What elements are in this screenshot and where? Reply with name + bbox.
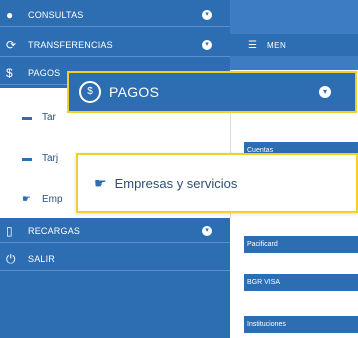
user-icon: ● bbox=[6, 8, 14, 22]
payments-icon: $ bbox=[79, 81, 101, 103]
category-button-bgr-visa[interactable]: BGR VISA bbox=[244, 274, 358, 291]
sidebar-item-label: CONSULTAS bbox=[28, 10, 84, 20]
sidebar-item-label: PAGOS bbox=[28, 68, 61, 78]
card-icon: ▬ bbox=[22, 152, 32, 164]
category-button-label: BGR VISA bbox=[247, 279, 281, 286]
power-icon: ⏻ bbox=[6, 252, 16, 266]
category-button-label: Pacificard bbox=[247, 241, 278, 248]
payments-icon: $ bbox=[6, 66, 13, 80]
menu-bar-label: MEN bbox=[266, 40, 287, 50]
chevron-down-icon: ▾ bbox=[202, 10, 212, 20]
empresas-zoom-callout[interactable]: ☛ Empresas y servicios bbox=[76, 153, 358, 213]
sidebar-item-label: SALIR bbox=[28, 254, 56, 264]
sidebar-item-label: TRANSFERENCIAS bbox=[28, 40, 113, 50]
handshake-icon: ☛ bbox=[94, 174, 107, 191]
chevron-down-icon: ▾ bbox=[202, 226, 212, 236]
sidebar-item-transferencias[interactable]: ⟳ TRANSFERENCIAS ▾ bbox=[0, 34, 230, 57]
category-button-label: Instituciones bbox=[247, 321, 286, 328]
sidebar-item-consultas[interactable]: ● CONSULTAS ▾ bbox=[0, 4, 230, 27]
submenu-item-label: Tarj bbox=[42, 152, 59, 164]
category-button-pacificard[interactable]: Pacificard bbox=[244, 236, 358, 253]
phone-icon: ▯ bbox=[6, 224, 13, 238]
card-icon: ▬ bbox=[22, 111, 32, 123]
menu-bar[interactable]: ☰ MEN bbox=[230, 34, 358, 56]
chevron-down-icon: ▾ bbox=[202, 40, 212, 50]
sidebar-item-salir[interactable]: ⏻ SALIR bbox=[0, 248, 230, 271]
sidebar-item-recargas[interactable]: ▯ RECARGAS ▾ bbox=[0, 220, 230, 243]
submenu-item-label: Emp bbox=[42, 193, 63, 205]
handshake-icon: ☛ bbox=[22, 193, 31, 205]
callout-empresas-label: Empresas y servicios bbox=[114, 175, 238, 191]
chevron-down-icon: ▾ bbox=[319, 86, 331, 98]
pagos-zoom-callout[interactable]: $ PAGOS ▾ bbox=[67, 71, 357, 113]
sidebar-item-label: RECARGAS bbox=[28, 226, 81, 236]
callout-pagos-label: PAGOS bbox=[109, 84, 160, 100]
submenu-item-label: Tar bbox=[42, 111, 56, 123]
transfer-icon: ⟳ bbox=[6, 38, 17, 52]
menu-icon: ☰ bbox=[248, 39, 257, 51]
category-button-instituciones[interactable]: Instituciones bbox=[244, 316, 358, 333]
